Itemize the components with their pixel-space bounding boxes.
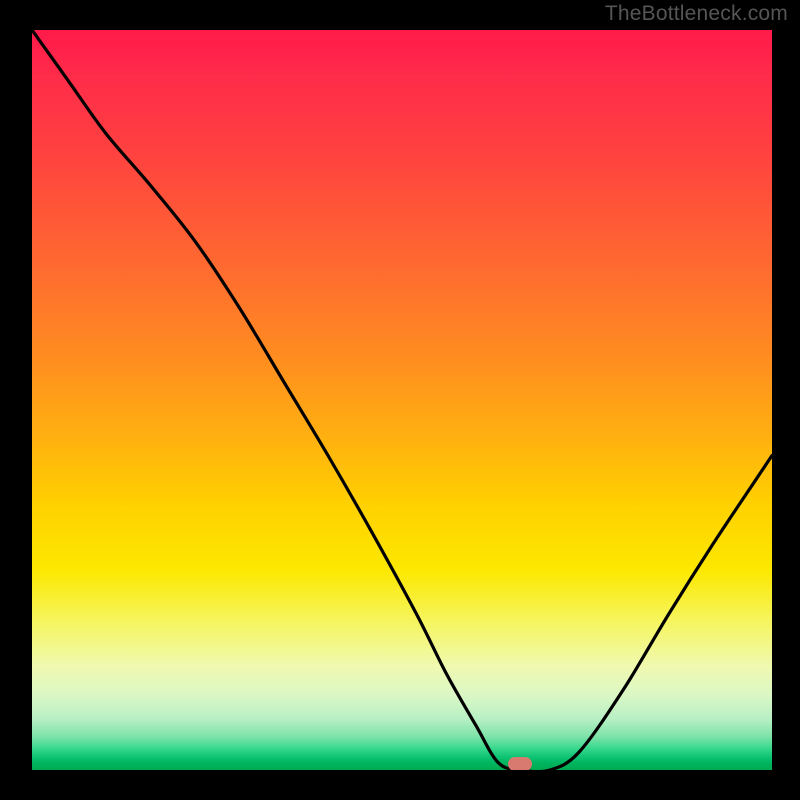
- plot-area: [32, 30, 772, 770]
- watermark-text: TheBottleneck.com: [605, 2, 788, 26]
- background-gradient: [32, 30, 772, 770]
- optimum-marker: [508, 757, 532, 770]
- chart-frame: TheBottleneck.com: [0, 0, 800, 800]
